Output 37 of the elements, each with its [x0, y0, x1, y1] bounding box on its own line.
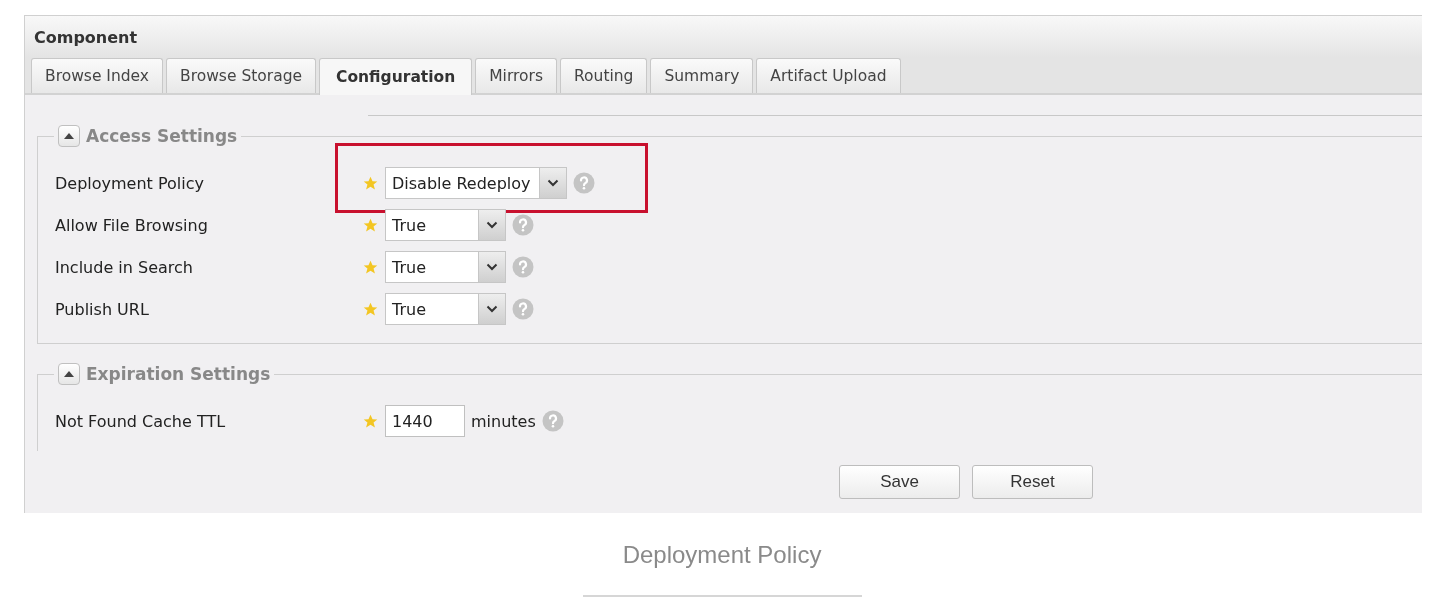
- chevron-down-icon: [486, 263, 498, 271]
- field-label: Include in Search: [55, 257, 194, 277]
- tab[interactable]: Routing: [560, 58, 648, 93]
- help-icon[interactable]: [512, 256, 534, 278]
- tab[interactable]: Artifact Upload: [756, 58, 901, 93]
- dropdown[interactable]: True: [385, 251, 506, 283]
- help-icon[interactable]: [512, 298, 534, 320]
- help-icon[interactable]: [541, 410, 564, 432]
- unit-label: minutes: [471, 411, 536, 431]
- caption: Deployment Policy: [621, 541, 823, 569]
- chevron-down-icon: [546, 179, 559, 187]
- field-label: Allow File Browsing: [55, 215, 209, 235]
- section-title: Access Settings: [86, 126, 238, 146]
- tab[interactable]: Summary: [650, 58, 754, 93]
- panel-title: Component: [34, 27, 138, 47]
- input-field[interactable]: 1440: [385, 405, 465, 437]
- field-label: Publish URL: [55, 299, 150, 319]
- section-title: Expiration Settings: [86, 364, 271, 384]
- field-label: Deployment Policy: [55, 173, 205, 193]
- help-icon[interactable]: [572, 172, 595, 194]
- form-button[interactable]: Save: [839, 465, 960, 499]
- dropdown[interactable]: True: [385, 293, 506, 325]
- collapse-toggle[interactable]: [58, 125, 80, 147]
- collapse-toggle[interactable]: [58, 363, 80, 385]
- chevron-down-icon: [486, 305, 498, 313]
- tab[interactable]: Configuration: [319, 58, 473, 95]
- chevron-down-icon: [486, 221, 498, 229]
- help-icon[interactable]: [512, 214, 534, 236]
- dropdown[interactable]: True: [385, 209, 506, 241]
- dropdown[interactable]: Disable Redeploy: [385, 167, 567, 199]
- field-label: Not Found Cache TTL: [55, 411, 227, 431]
- tab[interactable]: Browse Storage: [166, 58, 317, 93]
- tab[interactable]: Mirrors: [475, 58, 557, 93]
- triangle-up-icon: [64, 133, 74, 139]
- tab[interactable]: Browse Index: [31, 58, 164, 93]
- triangle-up-icon: [64, 371, 74, 377]
- form-button[interactable]: Reset: [972, 465, 1093, 499]
